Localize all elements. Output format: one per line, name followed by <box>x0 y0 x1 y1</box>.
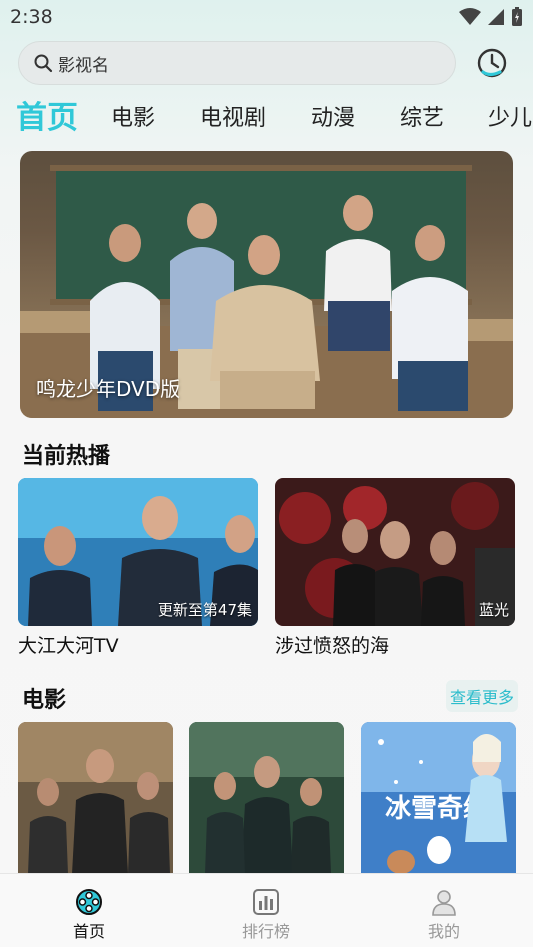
episode-badge: 更新至第47集 <box>157 601 252 619</box>
hot-thumbnail: 蓝光 <box>275 478 515 626</box>
tab-anime[interactable]: 动漫 <box>311 100 355 132</box>
signal-icon <box>488 9 504 25</box>
status-icons <box>459 7 523 27</box>
movie-poster-image: 冰雪奇缘 <box>361 722 516 874</box>
view-more-button[interactable]: 查看更多 <box>446 680 518 712</box>
movie-poster[interactable] <box>189 722 344 874</box>
bottom-nav: 首页 排行榜 我的 <box>0 873 533 947</box>
movie-poster-image <box>18 722 173 874</box>
banner-title: 鸣龙少年DVD版 <box>36 377 181 401</box>
bar-chart-icon <box>253 889 279 915</box>
hot-card[interactable]: 更新至第47集 大江大河TV <box>18 478 258 658</box>
nav-ranking-label: 排行榜 <box>241 922 290 941</box>
status-time: 2:38 <box>10 6 53 28</box>
hot-card[interactable]: 蓝光 涉过愤怒的海 <box>275 478 515 658</box>
tab-home[interactable]: 首页 <box>16 92 78 137</box>
hot-thumbnail: 更新至第47集 <box>18 478 258 626</box>
status-bar: 2:38 <box>0 0 533 34</box>
movies-section-title: 电影 <box>22 688 67 713</box>
tab-variety[interactable]: 综艺 <box>400 100 444 132</box>
tab-movies[interactable]: 电影 <box>111 100 155 132</box>
hot-title: 大江大河TV <box>18 635 119 657</box>
user-icon <box>432 890 456 916</box>
nav-home-label: 首页 <box>72 922 105 941</box>
hot-section-title: 当前热播 <box>22 444 111 469</box>
tab-tv-series[interactable]: 电视剧 <box>200 100 266 132</box>
category-tabs: 首页 电影 电视剧 动漫 综艺 少儿 <box>0 92 533 138</box>
search-icon <box>34 54 53 73</box>
search-placeholder: 影视名 <box>58 55 109 76</box>
movie-poster[interactable] <box>18 722 173 874</box>
history-clock-icon[interactable] <box>473 44 511 82</box>
hot-title: 涉过愤怒的海 <box>275 635 390 657</box>
search-input[interactable]: 影视名 <box>18 41 456 85</box>
movie-poster[interactable]: 冰雪奇缘 <box>361 722 516 874</box>
nav-home[interactable]: 首页 <box>29 874 149 947</box>
nav-profile-label: 我的 <box>427 922 460 941</box>
film-reel-icon <box>76 889 102 915</box>
tab-kids[interactable]: 少儿 <box>488 100 532 132</box>
wifi-icon <box>459 8 481 25</box>
nav-profile[interactable]: 我的 <box>384 874 504 947</box>
featured-banner[interactable]: 鸣龙少年DVD版 <box>20 151 513 418</box>
nav-ranking[interactable]: 排行榜 <box>206 874 326 947</box>
movie-poster-image <box>189 722 344 874</box>
quality-badge: 蓝光 <box>478 601 509 619</box>
battery-icon <box>512 7 522 26</box>
